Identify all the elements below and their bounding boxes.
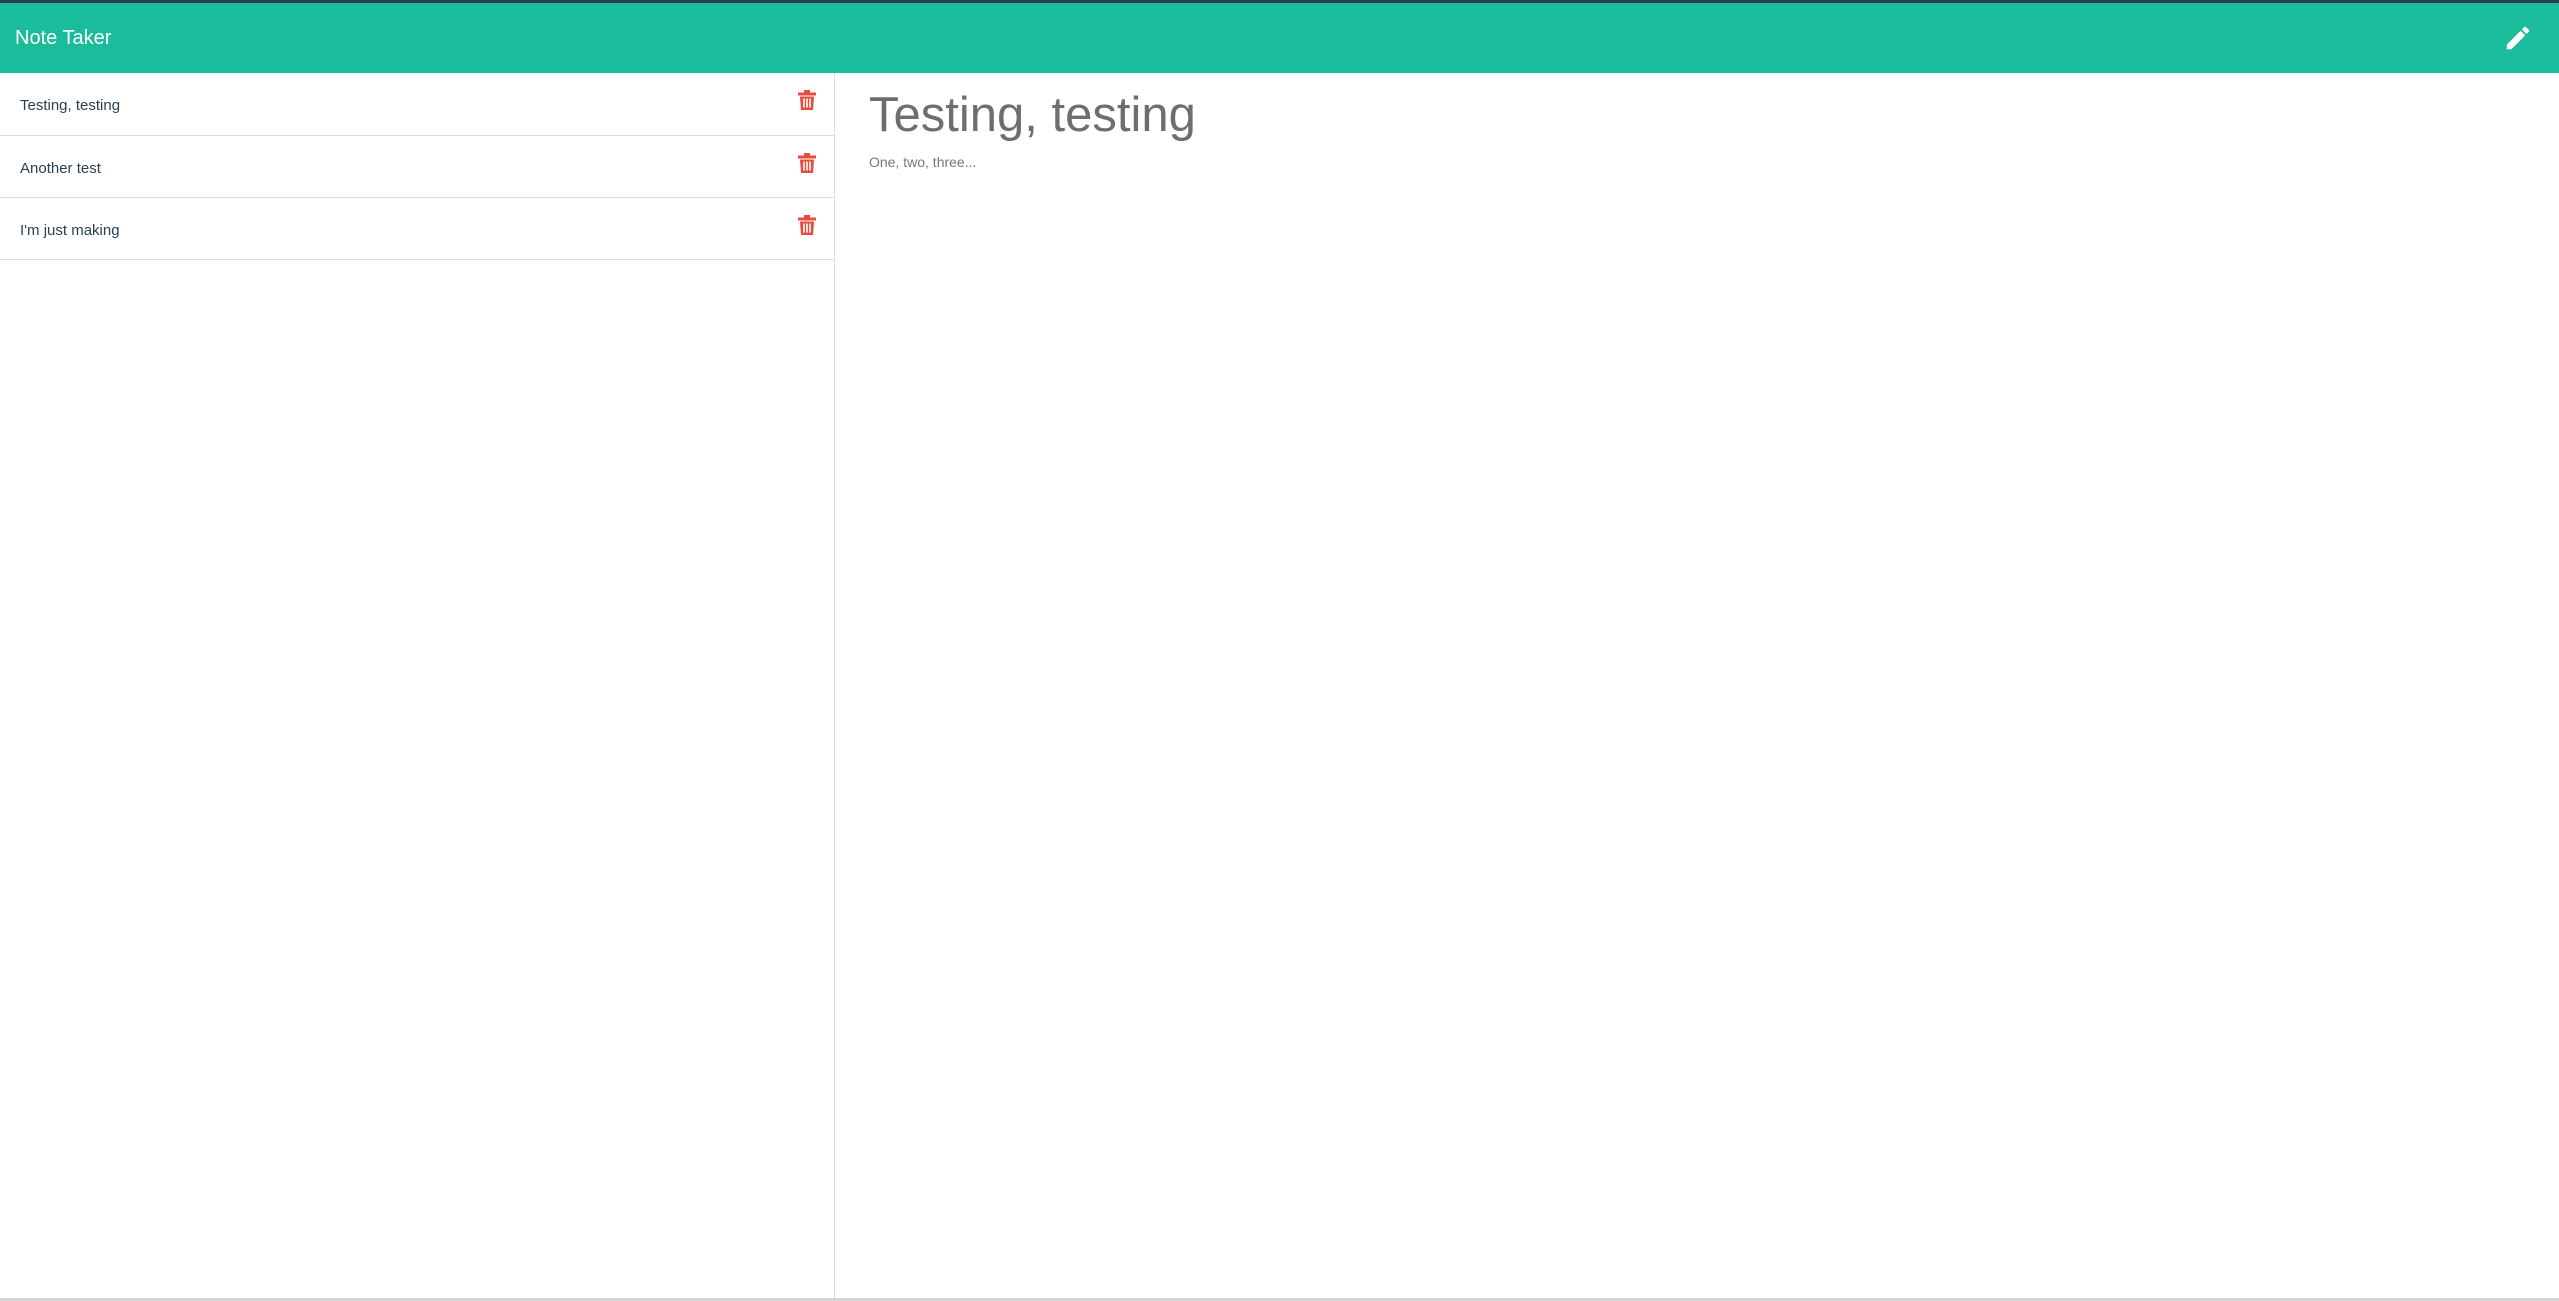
note-list-item[interactable]: Testing, testing: [0, 73, 834, 136]
note-list-item-title[interactable]: Another test: [20, 160, 101, 178]
trash-icon[interactable]: [798, 90, 816, 110]
note-editor: Testing, testing One, two, three...: [836, 73, 2559, 1301]
note-list-item[interactable]: I'm just making: [0, 198, 834, 260]
trash-icon[interactable]: [798, 153, 816, 173]
navbar: Note Taker: [0, 3, 2559, 73]
app-brand[interactable]: Note Taker: [15, 25, 111, 51]
note-text-area[interactable]: One, two, three...: [869, 153, 2469, 171]
trash-icon[interactable]: [798, 215, 816, 235]
note-list-item[interactable]: Another test: [0, 136, 834, 198]
note-list: Testing, testing Another test I'm just m…: [0, 73, 835, 1301]
note-title-input[interactable]: Testing, testing: [869, 83, 2469, 147]
note-list-item-title[interactable]: Testing, testing: [20, 97, 120, 115]
note-list-item-title[interactable]: I'm just making: [20, 222, 120, 240]
new-note-button[interactable]: [2503, 23, 2533, 53]
pencil-icon: [2506, 26, 2530, 50]
